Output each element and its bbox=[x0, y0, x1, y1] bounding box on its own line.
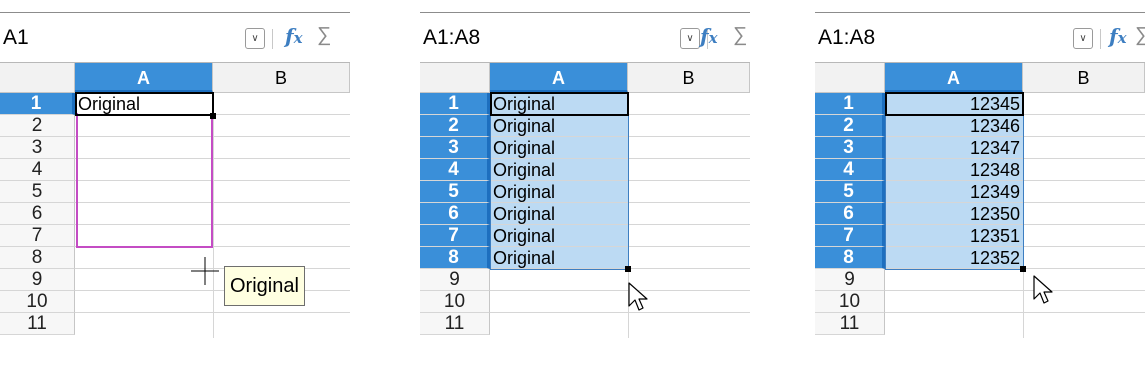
select-all-corner[interactable] bbox=[420, 63, 490, 93]
column-header-a[interactable]: A bbox=[490, 63, 628, 93]
sigma-icon[interactable]: ∑ bbox=[733, 24, 747, 47]
row-header-6[interactable]: 6 bbox=[815, 203, 885, 225]
spreadsheet-panel-number-fill: A1:A8 ∨ fx ∑ A B 1 2 3 4 5 6 7 8 9 10 11… bbox=[815, 12, 1145, 387]
sheet-grid[interactable]: A B 1 2 3 4 5 6 7 8 9 10 11 Original Ori… bbox=[0, 62, 350, 387]
row-header-8[interactable]: 8 bbox=[0, 247, 75, 269]
row-header-10[interactable]: 10 bbox=[815, 291, 885, 313]
mouse-pointer-icon bbox=[628, 282, 648, 311]
select-all-corner[interactable] bbox=[815, 63, 885, 93]
sigma-icon[interactable]: ∑ bbox=[1135, 24, 1145, 47]
row-header-4[interactable]: 4 bbox=[0, 159, 75, 181]
row-header-2[interactable]: 2 bbox=[420, 115, 490, 137]
grid-line bbox=[75, 312, 350, 313]
row-header-11[interactable]: 11 bbox=[0, 313, 75, 335]
grid-line bbox=[213, 93, 214, 338]
row-header-10[interactable]: 10 bbox=[420, 291, 490, 313]
toolbar-separator bbox=[1100, 29, 1101, 49]
row-header-11[interactable]: 11 bbox=[420, 313, 490, 335]
row-header-5[interactable]: 5 bbox=[420, 181, 490, 203]
name-box[interactable]: A1 bbox=[0, 21, 29, 55]
autofill-drag-outline bbox=[76, 113, 213, 248]
formula-bar: A1 ∨ fx ∑ bbox=[0, 12, 350, 62]
row-header-2[interactable]: 2 bbox=[0, 115, 75, 137]
spreadsheet-panel-drag: A1 ∨ fx ∑ A B 1 2 3 4 5 6 7 8 9 10 11 Or… bbox=[0, 12, 350, 387]
column-header-b[interactable]: B bbox=[1023, 63, 1145, 93]
name-box[interactable]: A1:A8 bbox=[420, 21, 480, 55]
sigma-icon[interactable]: ∑ bbox=[317, 24, 331, 47]
row-header-3[interactable]: 3 bbox=[0, 137, 75, 159]
formula-bar: A1:A8 ∨ fx ∑ bbox=[815, 12, 1145, 62]
row-header-5[interactable]: 5 bbox=[0, 181, 75, 203]
column-header-b[interactable]: B bbox=[628, 63, 750, 93]
grid-line bbox=[885, 312, 1145, 313]
row-header-8[interactable]: 8 bbox=[815, 247, 885, 269]
row-header-3[interactable]: 3 bbox=[420, 137, 490, 159]
row-header-1[interactable]: 1 bbox=[0, 93, 75, 115]
sheet-grid[interactable]: A B 1 2 3 4 5 6 7 8 9 10 11 Original Ori… bbox=[420, 62, 750, 387]
row-header-5[interactable]: 5 bbox=[815, 181, 885, 203]
row-header-10[interactable]: 10 bbox=[0, 291, 75, 313]
mouse-pointer-icon bbox=[1033, 275, 1053, 304]
row-header-8[interactable]: 8 bbox=[420, 247, 490, 269]
row-header-7[interactable]: 7 bbox=[420, 225, 490, 247]
row-header-1[interactable]: 1 bbox=[420, 93, 490, 115]
grid-line bbox=[490, 290, 750, 291]
toolbar-separator bbox=[272, 29, 273, 49]
cell-cursor bbox=[490, 92, 629, 116]
autofill-handle[interactable] bbox=[1020, 266, 1026, 272]
autofill-handle[interactable] bbox=[210, 113, 216, 119]
column-header-a[interactable]: A bbox=[75, 63, 213, 93]
fx-icon[interactable]: fx bbox=[1109, 24, 1127, 48]
row-header-2[interactable]: 2 bbox=[815, 115, 885, 137]
spreadsheet-panel-text-fill: A1:A8 ∨ fx ∑ A B 1 2 3 4 5 6 7 8 9 10 11… bbox=[420, 12, 750, 387]
grid-line bbox=[490, 312, 750, 313]
row-header-9[interactable]: 9 bbox=[815, 269, 885, 291]
row-header-9[interactable]: 9 bbox=[0, 269, 75, 291]
row-header-6[interactable]: 6 bbox=[0, 203, 75, 225]
fx-icon[interactable]: fx bbox=[285, 24, 303, 48]
autofill-tooltip: Original bbox=[224, 266, 305, 306]
chevron-down-icon[interactable]: ∨ bbox=[245, 28, 265, 49]
crosshair-cursor-icon bbox=[191, 257, 219, 285]
row-header-4[interactable]: 4 bbox=[815, 159, 885, 181]
grid-line bbox=[885, 290, 1145, 291]
chevron-down-icon[interactable]: ∨ bbox=[680, 28, 700, 49]
chevron-down-icon[interactable]: ∨ bbox=[1073, 28, 1093, 49]
selection-border bbox=[885, 93, 1024, 270]
row-header-4[interactable]: 4 bbox=[420, 159, 490, 181]
row-header-3[interactable]: 3 bbox=[815, 137, 885, 159]
cell-cursor bbox=[885, 92, 1024, 116]
row-header-9[interactable]: 9 bbox=[420, 269, 490, 291]
formula-bar: A1:A8 ∨ fx ∑ bbox=[420, 12, 750, 62]
row-header-6[interactable]: 6 bbox=[420, 203, 490, 225]
autofill-handle[interactable] bbox=[625, 266, 631, 272]
select-all-corner[interactable] bbox=[0, 63, 75, 93]
name-box[interactable]: A1:A8 bbox=[815, 21, 875, 55]
row-header-1[interactable]: 1 bbox=[815, 93, 885, 115]
fx-icon[interactable]: fx bbox=[700, 24, 718, 48]
selection-border bbox=[490, 93, 629, 270]
column-header-b[interactable]: B bbox=[213, 63, 350, 93]
row-header-11[interactable]: 11 bbox=[815, 313, 885, 335]
row-header-7[interactable]: 7 bbox=[0, 225, 75, 247]
sheet-grid[interactable]: A B 1 2 3 4 5 6 7 8 9 10 11 12345 12346 … bbox=[815, 62, 1145, 387]
column-header-a[interactable]: A bbox=[885, 63, 1023, 93]
row-header-7[interactable]: 7 bbox=[815, 225, 885, 247]
grid-line bbox=[75, 290, 350, 291]
cell-cursor bbox=[75, 92, 214, 116]
